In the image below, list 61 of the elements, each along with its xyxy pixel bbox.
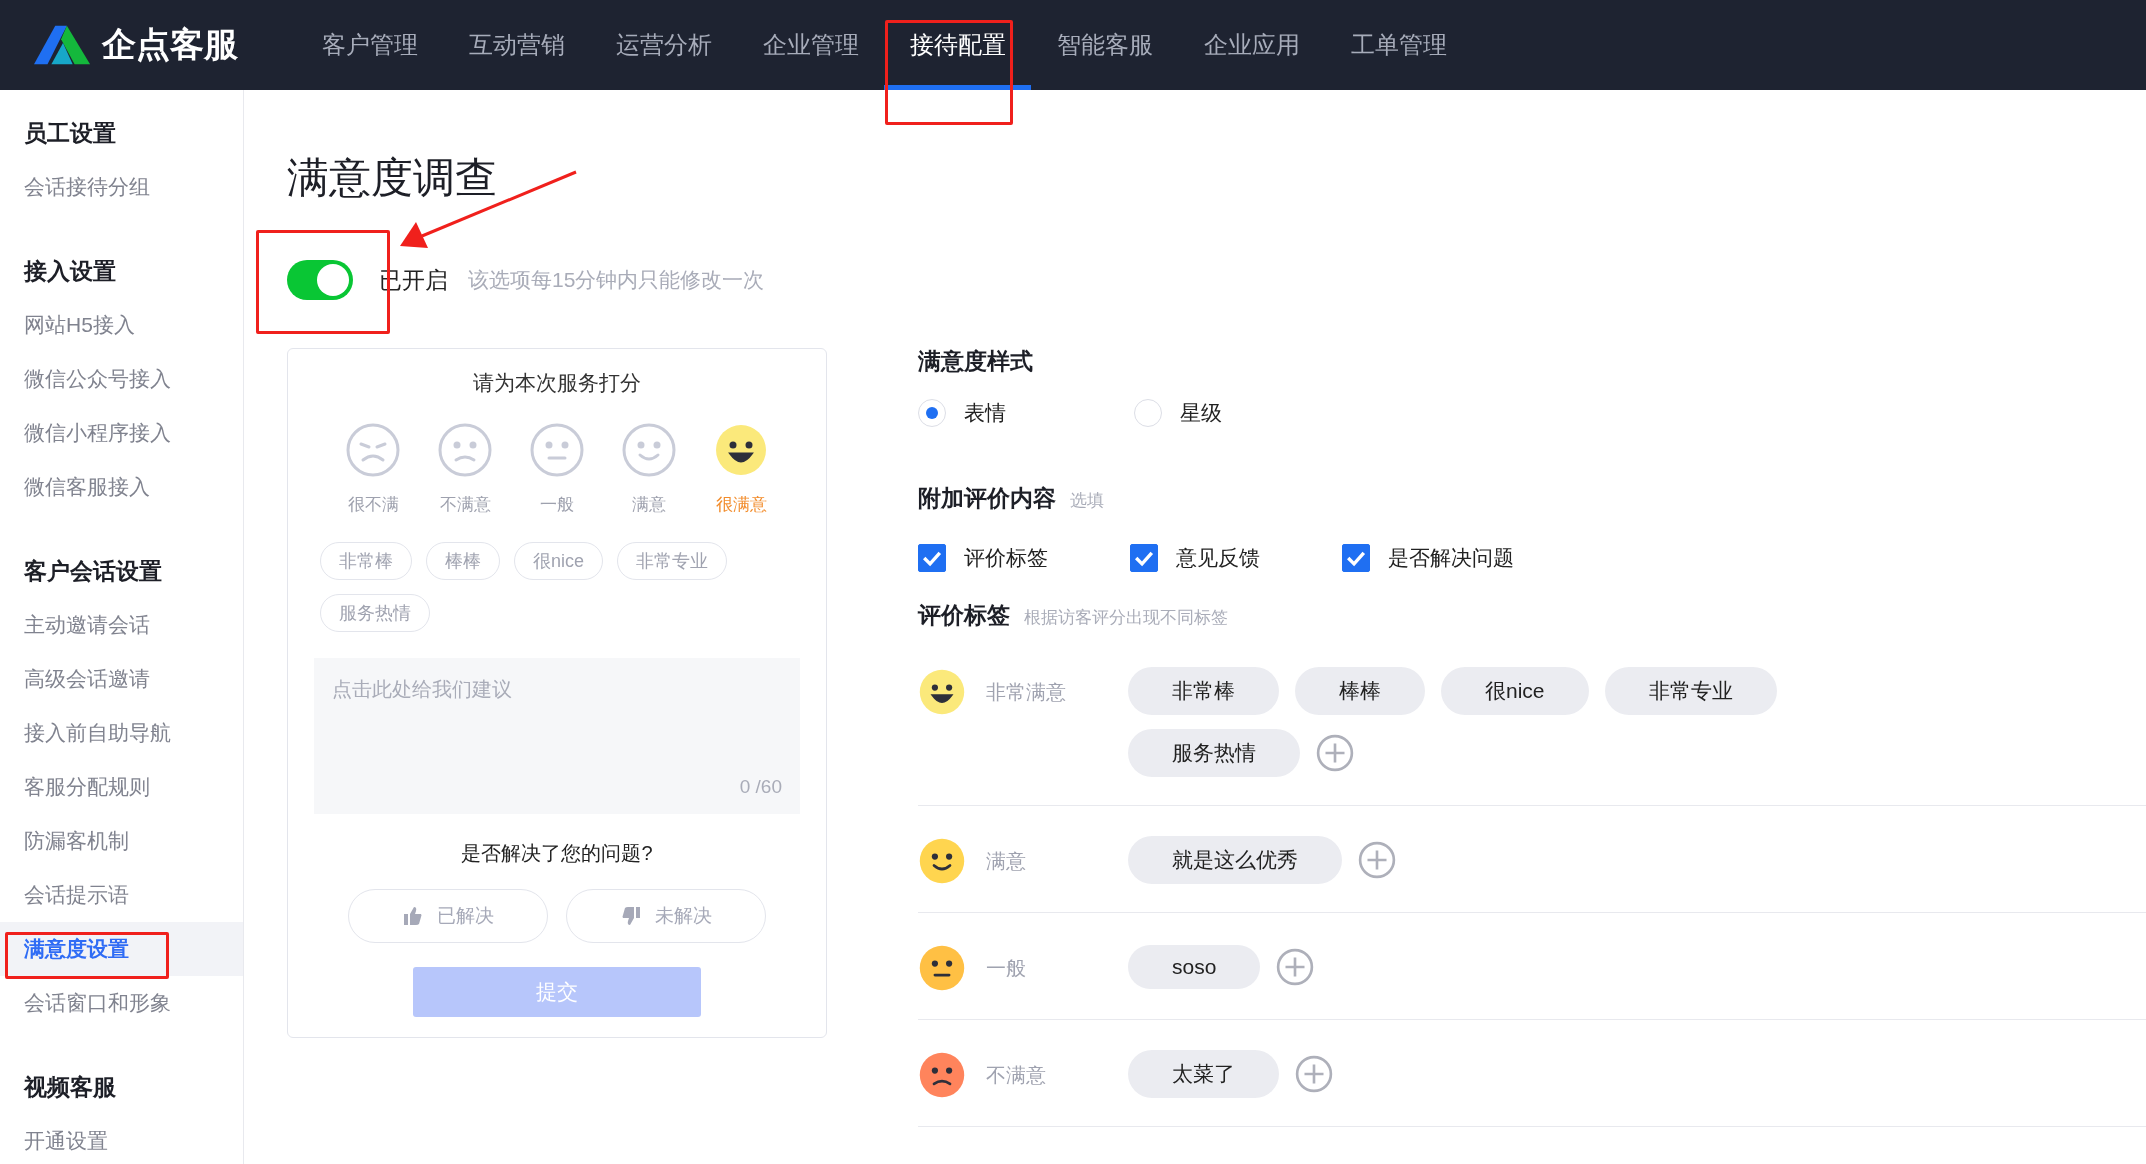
nav-tab[interactable]: 客户管理 — [296, 0, 443, 90]
section-title: 满意度样式 — [918, 347, 1034, 376]
face-label: 很不满 — [347, 494, 399, 516]
rating-label: 满意 — [986, 848, 1026, 874]
sidebar-item[interactable]: 微信公众号接入 — [0, 352, 243, 406]
sidebar-heading: 视频客服 — [22, 1073, 117, 1102]
section-note: 根据访客评分出现不同标签 — [1024, 607, 1228, 629]
face-label: 很满意 — [715, 494, 767, 516]
nav-tab[interactable]: 接待配置 — [884, 0, 1031, 90]
sidebar-item[interactable]: 开通设置 — [0, 1114, 243, 1164]
hint-text: 该选项每15分钟内只能修改一次 — [468, 267, 765, 293]
character-counter: 0 /60 — [739, 776, 782, 798]
answer-button[interactable]: 已解决 — [348, 889, 548, 943]
sidebar-item[interactable]: 主动邀请会话 — [0, 598, 243, 652]
nav-tab[interactable]: 智能客服 — [1031, 0, 1178, 90]
sidebar-heading: 接入设置 — [22, 257, 117, 286]
nav-tab[interactable]: 互动营销 — [443, 0, 590, 90]
sidebar-item[interactable]: 防漏客机制 — [0, 814, 243, 868]
section-title: 附加评价内容 — [918, 484, 1056, 513]
page-title: 满意度调查 — [287, 153, 498, 203]
face-label: 不满意 — [439, 494, 491, 516]
sidebar-heading: 客户会话设置 — [23, 557, 163, 586]
face-label: 一般 — [540, 494, 574, 516]
tag-chip[interactable]: 非常专业 — [1604, 667, 1777, 715]
rating-label: 一般 — [986, 955, 1026, 981]
nav-tab[interactable]: 工单管理 — [1325, 0, 1472, 90]
section-title: 评价标签 — [918, 601, 1010, 630]
tag-chip[interactable]: 服务热情 — [1128, 729, 1300, 777]
sidebar-item[interactable]: 会话提示语 — [0, 868, 243, 922]
option-label: 意见反馈 — [1176, 545, 1260, 571]
sidebar-item[interactable]: 接入前自助导航 — [0, 706, 243, 760]
nav-tab[interactable]: 运营分析 — [590, 0, 737, 90]
sidebar-item[interactable]: 会话窗口和形象 — [0, 976, 243, 1030]
question-text: 是否解决了您的问题? — [460, 841, 654, 866]
sidebar-item[interactable]: 网站H5接入 — [0, 298, 243, 352]
option-label: 评价标签 — [964, 545, 1048, 571]
tag-chip[interactable]: 棒棒 — [1295, 667, 1425, 715]
option-label: 是否解决问题 — [1388, 545, 1514, 571]
rating-label: 不满意 — [986, 1062, 1046, 1088]
tag-chip[interactable]: 非常棒 — [1128, 667, 1279, 715]
sidebar-item[interactable]: 微信客服接入 — [0, 460, 243, 514]
nav-tab[interactable]: 企业应用 — [1178, 0, 1325, 90]
sidebar-item[interactable]: 会话接待分组 — [0, 160, 243, 214]
option-label: 星级 — [1180, 400, 1222, 426]
tag-chip[interactable]: 很nice — [1441, 667, 1589, 715]
sidebar-item[interactable]: 满意度设置 — [0, 922, 243, 976]
tag-chip[interactable]: soso — [1128, 945, 1261, 989]
optional-note: 选填 — [1070, 490, 1104, 512]
sidebar-item[interactable]: 客服分配规则 — [0, 760, 243, 814]
tag-chip[interactable]: 太菜了 — [1128, 1050, 1279, 1098]
nav-tab[interactable]: 企业管理 — [737, 0, 884, 90]
sidebar-item[interactable]: 微信小程序接入 — [0, 406, 243, 460]
tag-chip[interactable]: 就是这么优秀 — [1128, 836, 1342, 884]
rating-label: 非常满意 — [986, 679, 1066, 705]
brand-name: 企点客服 — [102, 24, 238, 65]
sidebar-heading: 员工设置 — [23, 119, 117, 148]
option-label: 表情 — [964, 400, 1006, 426]
sidebar-item[interactable]: 高级会话邀请 — [0, 652, 243, 706]
face-label: 满意 — [632, 494, 666, 516]
answer-button[interactable]: 未解决 — [566, 889, 766, 943]
rating-prompt: 请为本次服务打分 — [472, 370, 642, 396]
